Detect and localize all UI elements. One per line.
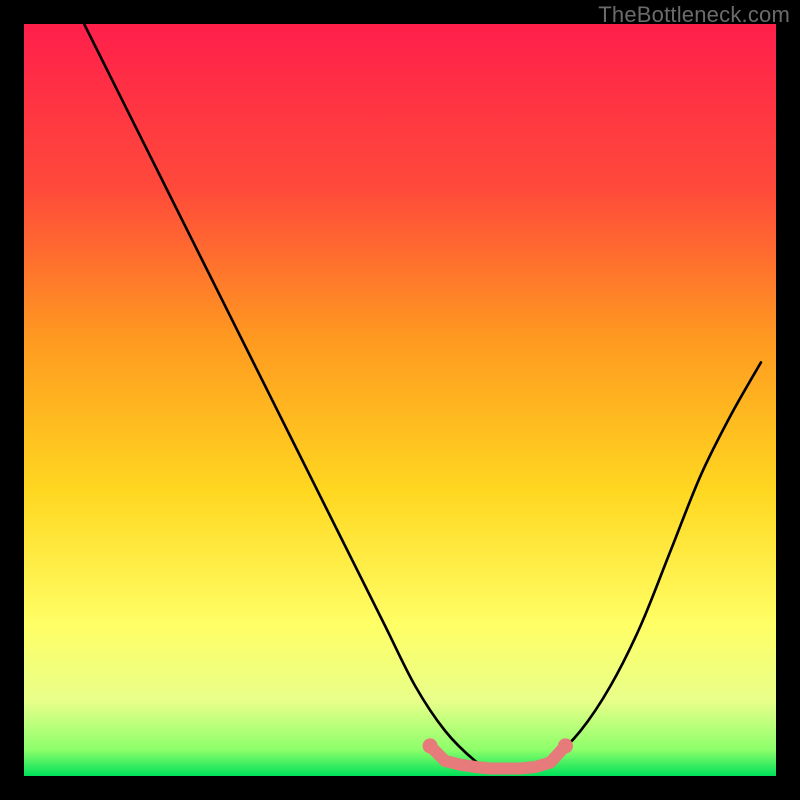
chart-stage: TheBottleneck.com — [0, 0, 800, 800]
marker-dot — [423, 738, 438, 753]
marker-dot — [558, 738, 573, 753]
recommended-range-markers — [423, 738, 573, 768]
watermark-text: TheBottleneck.com — [598, 2, 790, 28]
curve-layer — [24, 24, 776, 776]
plot-area — [24, 24, 776, 776]
bottleneck-curve — [84, 24, 761, 769]
marker-path — [430, 746, 565, 769]
